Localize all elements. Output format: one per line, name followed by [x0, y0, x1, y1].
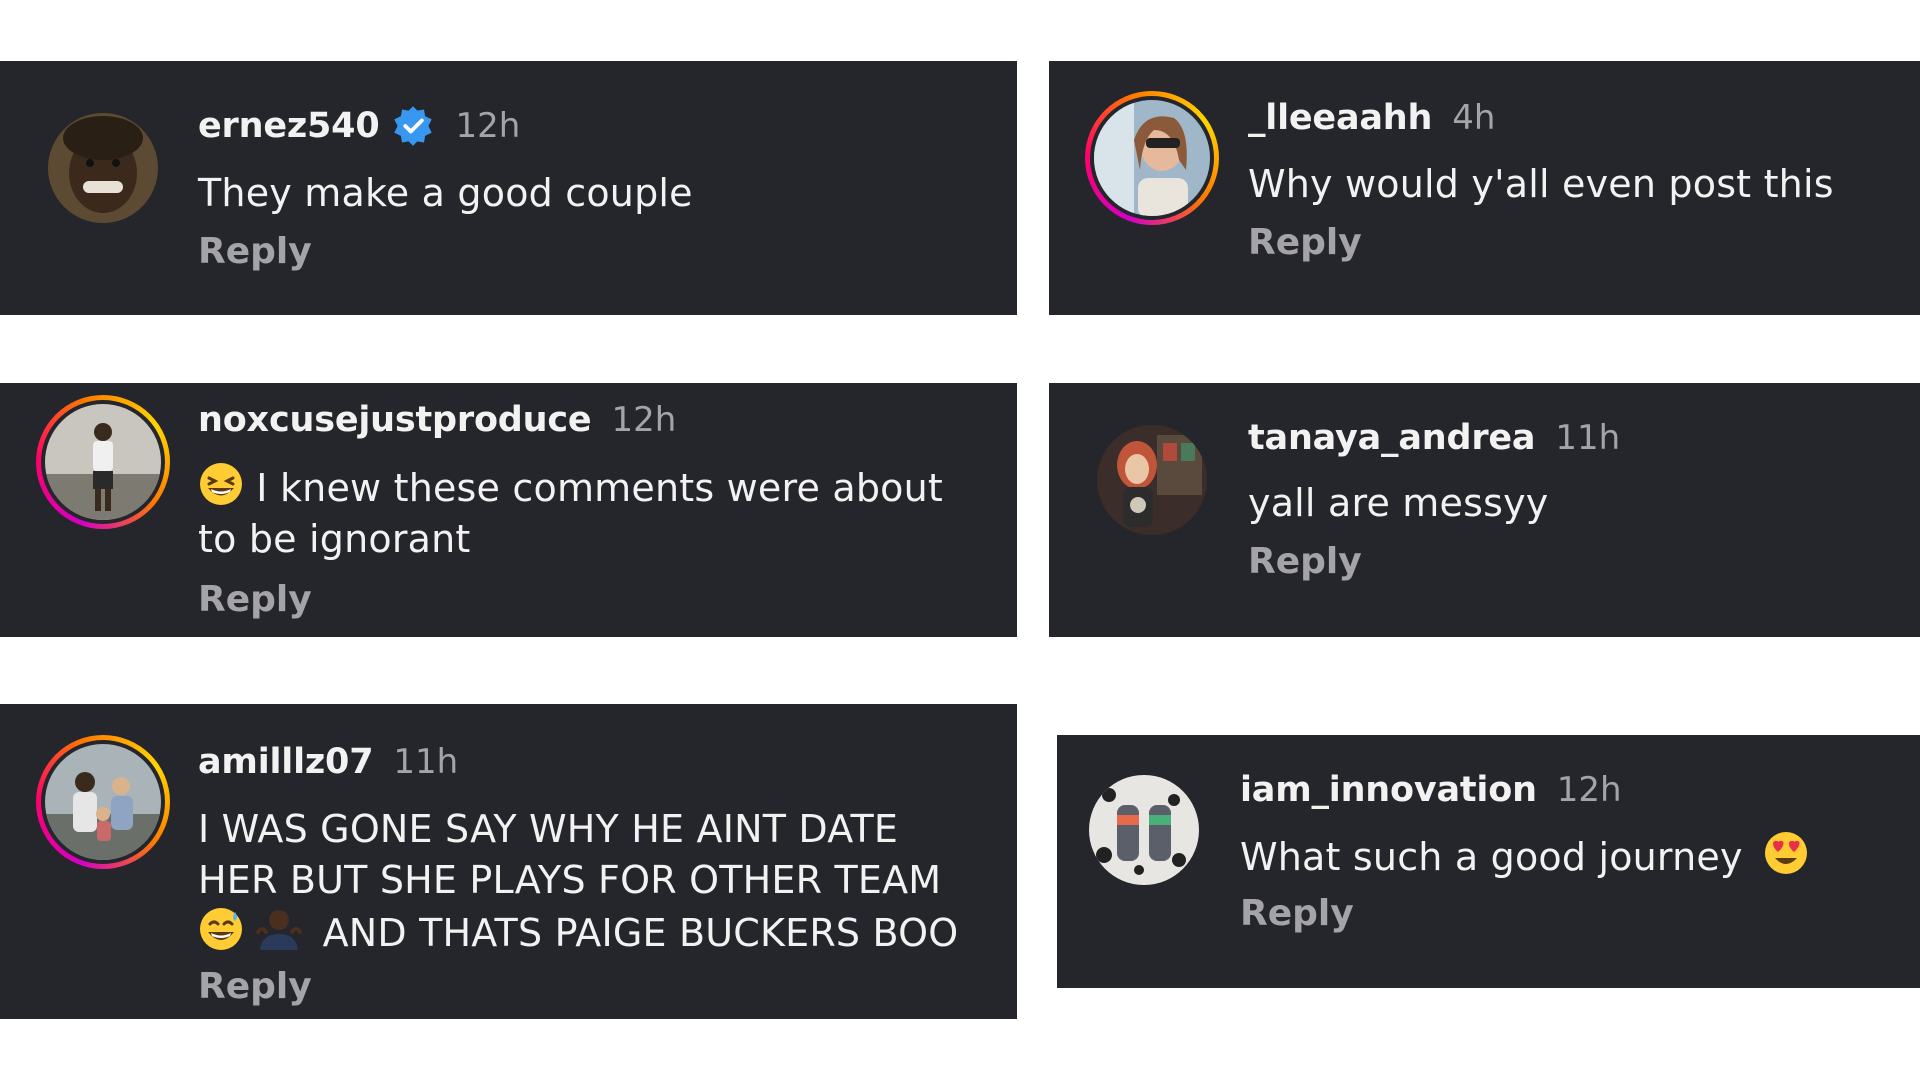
reply-button[interactable]: Reply — [1248, 541, 1362, 582]
username[interactable]: amilllz07 — [198, 742, 374, 782]
comment-card-lleeaahh: _lleeaahh 4h Why would y'all even post t… — [1049, 61, 1920, 315]
grinning-squinting-face-icon — [200, 463, 242, 505]
comment-text-line: What such a good journey — [1240, 835, 1743, 879]
username[interactable]: tanaya_andrea — [1248, 418, 1536, 458]
comment-text: I WAS GONE SAY WHY HE AINT DATE HER BUT … — [198, 804, 958, 959]
username[interactable]: noxcusejustproduce — [198, 400, 592, 440]
comment-card-iam-innovation: iam_innovation 12h What such a good jour… — [1057, 735, 1920, 988]
timestamp: 12h — [611, 400, 677, 440]
verified-badge-icon — [394, 106, 433, 146]
avatar — [45, 404, 161, 520]
avatar — [45, 744, 161, 860]
comment-card-amilllz07: amilllz07 11h I WAS GONE SAY WHY HE AINT… — [0, 704, 1017, 1019]
comment-text-line: AND THATS PAIGE BUCKERS BOO — [322, 911, 959, 955]
story-ring[interactable] — [36, 735, 170, 869]
timestamp: 4h — [1452, 98, 1496, 138]
comment-text-line: to be ignorant — [198, 517, 471, 561]
timestamp: 12h — [455, 106, 521, 146]
comment-text: What such a good journey — [1240, 830, 1809, 883]
reply-button[interactable]: Reply — [198, 231, 312, 272]
username[interactable]: iam_innovation — [1240, 770, 1537, 810]
comment-text: Why would y'all even post this — [1248, 162, 1834, 206]
comment-text-line: I WAS GONE SAY WHY HE AINT DATE — [198, 807, 899, 851]
story-ring[interactable] — [1085, 91, 1219, 225]
person-shrugging-icon — [256, 910, 303, 950]
comment-text-line: HER BUT SHE PLAYS FOR OTHER TEAM — [198, 858, 942, 902]
comment-card-tanaya-andrea: tanaya_andrea 11h yall are messyy Reply — [1049, 383, 1920, 637]
timestamp: 12h — [1556, 770, 1622, 810]
avatar[interactable] — [48, 113, 158, 223]
comment-card-ernez540: ernez540 12h They make a good couple Rep… — [0, 61, 1017, 315]
username[interactable]: ernez540 — [198, 106, 380, 146]
avatar[interactable] — [1089, 775, 1199, 885]
reply-button[interactable]: Reply — [198, 579, 312, 620]
username[interactable]: _lleeaahh — [1248, 98, 1432, 138]
reply-button[interactable]: Reply — [1248, 222, 1362, 263]
avatar — [1094, 100, 1210, 216]
story-ring[interactable] — [36, 395, 170, 529]
reply-button[interactable]: Reply — [1240, 893, 1354, 934]
avatar[interactable] — [1097, 425, 1207, 535]
grinning-sweat-face-icon — [200, 908, 242, 950]
timestamp: 11h — [393, 742, 459, 782]
comment-text: I knew these comments were about to be i… — [198, 461, 943, 565]
comment-card-noxcusejustproduce: noxcusejustproduce 12h I knew these comm… — [0, 383, 1017, 637]
reply-button[interactable]: Reply — [198, 966, 312, 1007]
heart-eyes-face-icon — [1764, 832, 1807, 874]
comment-text: They make a good couple — [198, 171, 693, 215]
comment-text: yall are messyy — [1248, 481, 1549, 525]
timestamp: 11h — [1555, 418, 1621, 458]
comment-text-line: I knew these comments were about — [256, 466, 943, 510]
